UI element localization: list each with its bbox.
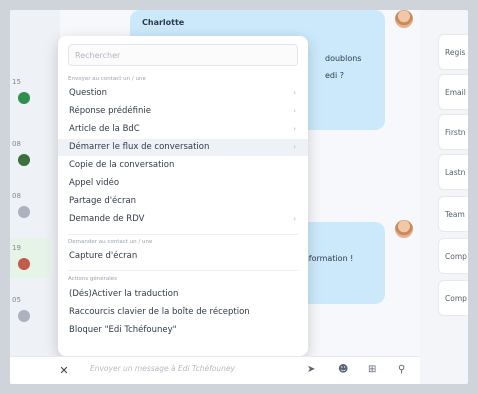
menu-item-video-call[interactable]: Appel vidéo: [58, 175, 308, 192]
conversation-list-item[interactable]: 15: [10, 72, 50, 112]
menu-item-label: Question: [69, 88, 108, 98]
menu-item-start-flow[interactable]: Démarrer le flux de conversation ›: [58, 139, 308, 156]
menu-item-label: Partage d'écran: [69, 196, 137, 206]
menu-item-keyboard-shortcuts[interactable]: Raccourcis clavier de la boîte de récept…: [58, 304, 308, 321]
menu-item-label: Réponse prédéfinie: [69, 106, 151, 116]
menu-section-label: Envoyer au contact un / une: [68, 76, 146, 82]
avatar-icon: [18, 206, 30, 218]
sender-name: Charlotte: [142, 18, 185, 27]
app-window: 15 08 08 19 05 Charlotte doublons edi ? …: [10, 10, 468, 384]
menu-item-label: Démarrer le flux de conversation: [69, 142, 210, 152]
conversation-list-item[interactable]: 08: [10, 134, 50, 174]
avatar-icon: [18, 258, 30, 270]
detail-field[interactable]: Comp: [438, 280, 468, 316]
menu-item-label: Capture d'écran: [69, 251, 138, 261]
menu-item-block-contact[interactable]: Bloquer "Edi Tchéfouney": [58, 322, 308, 339]
menu-item-label: Demande de RDV: [69, 214, 145, 224]
menu-section-label: Demander au contact un / une: [68, 239, 153, 245]
gift-icon[interactable]: ⊞: [368, 364, 376, 375]
conversation-time: 08: [12, 140, 21, 148]
conversation-list-sidebar: 15 08 08 19 05: [10, 10, 60, 384]
menu-item-screenshot[interactable]: Capture d'écran: [58, 248, 308, 265]
menu-item-screen-share[interactable]: Partage d'écran: [58, 193, 308, 210]
conversation-time: 19: [12, 244, 21, 252]
menu-item-label: Article de la BdC: [69, 124, 140, 134]
contact-details-panel: Regis Email Firstn Lastn Team Comp Comp: [435, 10, 468, 384]
conversation-time: 15: [12, 78, 21, 86]
chevron-right-icon: ›: [293, 107, 296, 115]
menu-item-toggle-translation[interactable]: (Dés)Activer la traduction: [58, 286, 308, 303]
menu-item-label: Bloquer "Edi Tchéfouney": [69, 325, 177, 335]
menu-section-label: Actions générales: [68, 276, 117, 282]
detail-field[interactable]: Team: [438, 196, 468, 232]
menu-item-kb-article[interactable]: Article de la BdC ›: [58, 121, 308, 138]
avatar-icon: [18, 154, 30, 166]
menu-item-label: Appel vidéo: [69, 178, 120, 188]
menu-item-label: Copie de la conversation: [69, 160, 175, 170]
conversation-time: 05: [12, 296, 21, 304]
message-text: doublons: [325, 54, 362, 63]
user-avatar: [395, 220, 413, 238]
message-composer: ✕ Envoyer un message à Edi Tchéfouney ➤ …: [10, 356, 420, 384]
close-icon[interactable]: ✕: [56, 363, 72, 379]
message-input[interactable]: Envoyer un message à Edi Tchéfouney: [90, 364, 235, 373]
chevron-right-icon: ›: [293, 215, 296, 223]
emoji-icon[interactable]: ☻: [338, 364, 348, 375]
menu-divider: [68, 270, 298, 271]
conversation-list-item[interactable]: 19: [10, 238, 50, 278]
avatar-icon: [18, 92, 30, 104]
menu-item-label: Raccourcis clavier de la boîte de récept…: [69, 307, 250, 317]
menu-item-canned-reply[interactable]: Réponse prédéfinie ›: [58, 103, 308, 120]
menu-item-transcript[interactable]: Copie de la conversation: [58, 157, 308, 174]
menu-search-input[interactable]: Rechercher: [68, 44, 298, 66]
conversation-list-item[interactable]: 08: [10, 186, 50, 226]
message-text: edi ?: [325, 71, 345, 80]
detail-field[interactable]: Regis: [438, 34, 468, 70]
attachment-icon[interactable]: ⚲: [398, 364, 405, 375]
chevron-right-icon: ›: [293, 125, 296, 133]
menu-item-question[interactable]: Question ›: [58, 85, 308, 102]
user-avatar: [395, 10, 413, 28]
detail-field[interactable]: Firstn: [438, 114, 468, 150]
menu-item-label: (Dés)Activer la traduction: [69, 289, 179, 299]
menu-divider: [68, 234, 298, 235]
avatar-icon: [18, 310, 30, 322]
send-icon[interactable]: ➤: [307, 364, 315, 375]
conversation-time: 08: [12, 192, 21, 200]
shortcut-menu: Rechercher Envoyer au contact un / une Q…: [58, 36, 308, 356]
chevron-right-icon: ›: [293, 143, 296, 151]
menu-item-meeting-request[interactable]: Demande de RDV ›: [58, 211, 308, 228]
detail-field[interactable]: Email: [438, 74, 468, 110]
chevron-right-icon: ›: [293, 89, 296, 97]
conversation-list-item[interactable]: 05: [10, 290, 50, 330]
detail-field[interactable]: Lastn: [438, 154, 468, 190]
detail-field[interactable]: Comp: [438, 238, 468, 274]
